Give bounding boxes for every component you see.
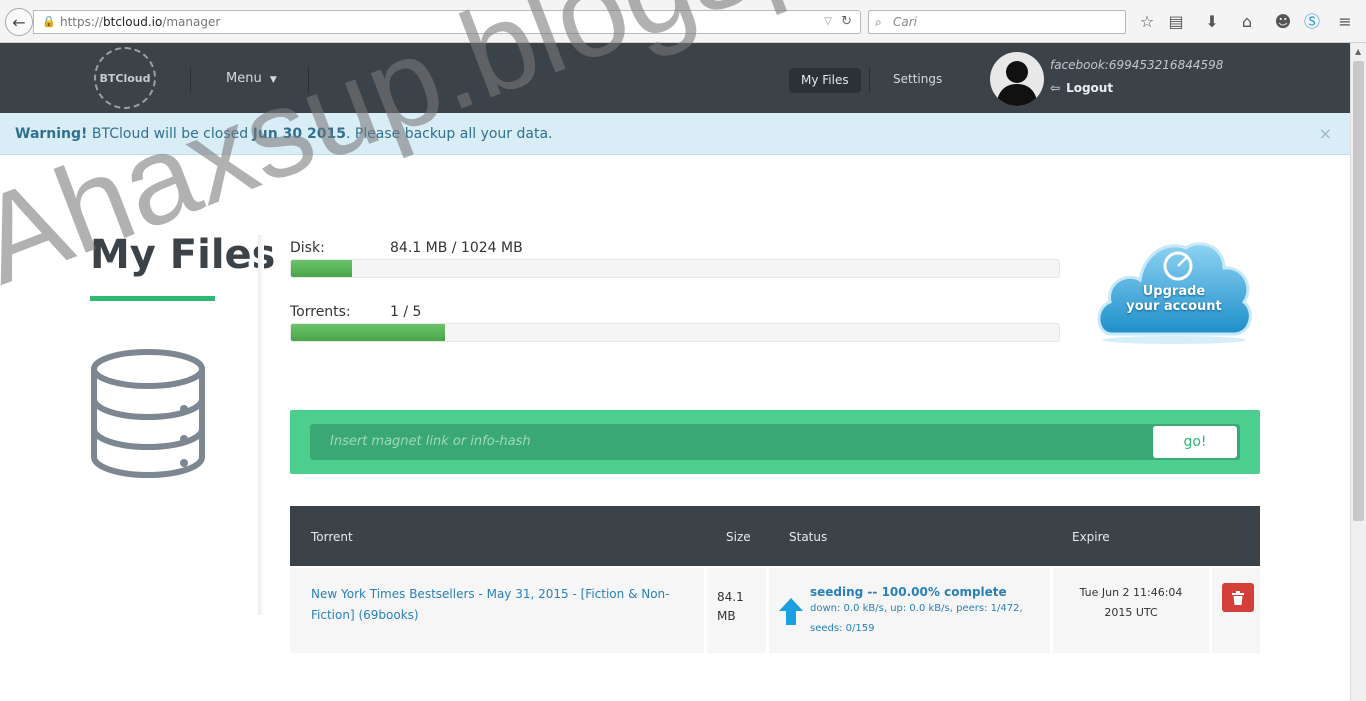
browser-toolbar: ← 🔒 https://btcloud.io/manager ▽ ↻ ⌕ Car… [0, 0, 1366, 43]
status-detail: down: 0.0 kB/s, up: 0.0 kB/s, peers: 1/4… [810, 603, 1023, 634]
disk-value: 84.1 MB / 1024 MB [390, 240, 523, 256]
home-icon[interactable]: ⌂ [1236, 11, 1258, 33]
logout-icon: ⇦ [1050, 81, 1061, 95]
disk-progress-fill [291, 260, 353, 277]
search-placeholder: Cari [893, 15, 917, 29]
search-icon: ⌕ [875, 15, 882, 29]
warning-text-after: . Please backup all your data. [345, 126, 553, 142]
delete-button[interactable] [1222, 583, 1254, 612]
header-divider [308, 67, 309, 93]
reload-icon[interactable]: ↻ [841, 11, 852, 33]
column-header-status: Status [789, 530, 828, 544]
browser-search-input[interactable]: ⌕ Cari [868, 10, 1126, 34]
logo-text: BTCloud [99, 71, 151, 85]
url-host: btcloud.io [103, 15, 163, 29]
disk-progress [290, 259, 1060, 278]
nav-my-files[interactable]: My Files [789, 68, 861, 93]
scroll-thumb[interactable] [1353, 61, 1364, 521]
lock-icon: 🔒 [42, 15, 56, 28]
size-cell: 84.1 MB [707, 568, 766, 653]
avatar[interactable] [990, 52, 1044, 106]
chevron-down-icon[interactable]: ▽ [824, 11, 832, 33]
user-silhouette-icon [996, 61, 1038, 106]
user-id: facebook:699453216844598 [1050, 58, 1224, 72]
column-header-size: Size [726, 530, 751, 544]
nav-settings[interactable]: Settings [893, 72, 942, 86]
database-icon [91, 349, 205, 479]
torrents-progress-fill [291, 324, 445, 341]
chat-icon[interactable]: ☻ [1272, 11, 1294, 33]
menu-button[interactable]: Menu ▼ [226, 71, 277, 86]
app-header: BTCloud Menu ▼ My Files Settings faceboo… [0, 43, 1350, 113]
header-divider [190, 67, 191, 93]
caret-down-icon: ▼ [269, 75, 277, 85]
expire-line1: Tue Jun 2 11:46:04 [1079, 586, 1183, 599]
download-icon[interactable]: ⬇ [1201, 11, 1223, 33]
warning-text: BTCloud will be closed [91, 126, 249, 142]
close-icon[interactable]: × [1319, 113, 1332, 155]
status-text: seeding -- 100.00% complete [810, 585, 1007, 599]
warning-strong: Warning! [15, 126, 88, 142]
reading-list-icon[interactable]: ▤ [1165, 11, 1187, 33]
url-prefix: https:// [60, 15, 104, 29]
btcloud-logo[interactable]: BTCloud [94, 47, 156, 109]
logout-link[interactable]: ⇦ Logout [1050, 81, 1113, 95]
magnet-input[interactable]: Insert magnet link or info-hash [310, 424, 1240, 460]
upgrade-account-button[interactable]: Upgrade your account [1094, 236, 1254, 346]
skype-icon[interactable]: Ⓢ [1301, 11, 1323, 33]
torrent-size: 84.1 MB [717, 590, 744, 623]
title-underline [90, 296, 215, 301]
expire-cell: Tue Jun 2 11:46:04 2015 UTC [1053, 568, 1209, 653]
magnet-form: Insert magnet link or info-hash go! [290, 410, 1260, 474]
upgrade-line1: Upgrade [1142, 284, 1206, 299]
address-bar[interactable]: 🔒 https://btcloud.io/manager ▽ ↻ [33, 10, 861, 34]
scroll-up-icon[interactable]: ▲ [1355, 47, 1361, 56]
back-button[interactable]: ← [5, 8, 33, 36]
expire-line2: 2015 UTC [1104, 606, 1158, 619]
star-icon[interactable]: ☆ [1136, 11, 1158, 33]
torrent-link[interactable]: New York Times Bestsellers - May 31, 201… [311, 587, 670, 622]
warning-banner: Warning! BTCloud will be closed Jun 30 2… [0, 113, 1350, 155]
page-scrollbar[interactable]: ▲ [1350, 43, 1366, 701]
torrents-progress [290, 323, 1060, 342]
column-header-torrent: Torrent [311, 530, 353, 544]
arrow-left-icon: ← [12, 12, 26, 32]
go-button[interactable]: go! [1153, 426, 1237, 458]
url-path: /manager [162, 15, 221, 29]
warning-date: Jun 30 2015 [252, 126, 346, 142]
disk-label: Disk: [290, 240, 325, 256]
arrow-up-icon [779, 598, 803, 625]
column-header-expire: Expire [1072, 530, 1110, 544]
status-cell: seeding -- 100.00% complete down: 0.0 kB… [769, 568, 1050, 653]
header-divider [869, 67, 870, 93]
panel-divider [258, 235, 264, 615]
hamburger-menu-icon[interactable]: ≡ [1334, 11, 1356, 33]
torrents-table-header: Torrent Size Status Expire [290, 506, 1260, 566]
page-title: My Files [90, 232, 276, 278]
torrent-cell: New York Times Bestsellers - May 31, 201… [290, 568, 704, 653]
table-row: New York Times Bestsellers - May 31, 201… [290, 568, 1260, 653]
torrents-label: Torrents: [290, 304, 351, 320]
menu-label: Menu [226, 71, 262, 86]
upgrade-line2: your account [1126, 299, 1222, 314]
trash-icon [1232, 590, 1244, 605]
logout-label: Logout [1066, 81, 1114, 95]
torrents-value: 1 / 5 [390, 304, 422, 320]
